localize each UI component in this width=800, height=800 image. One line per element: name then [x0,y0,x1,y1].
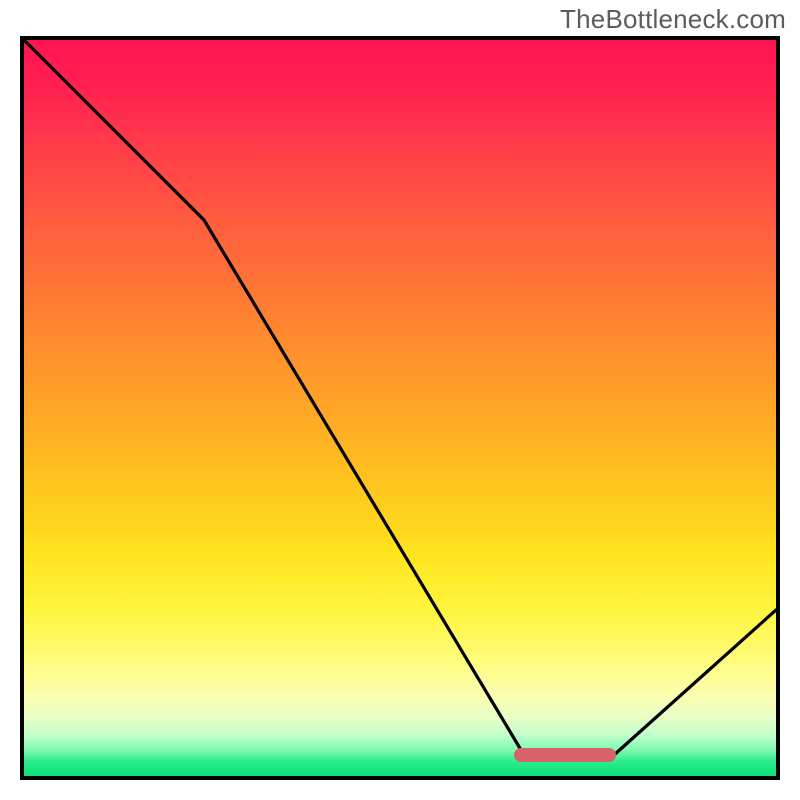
plot-frame [20,36,780,780]
optimal-range-bar [514,748,616,762]
curve-path [24,40,776,755]
chart-stage: TheBottleneck.com [0,0,800,800]
watermark-text: TheBottleneck.com [560,4,786,35]
bottleneck-curve [24,40,776,776]
